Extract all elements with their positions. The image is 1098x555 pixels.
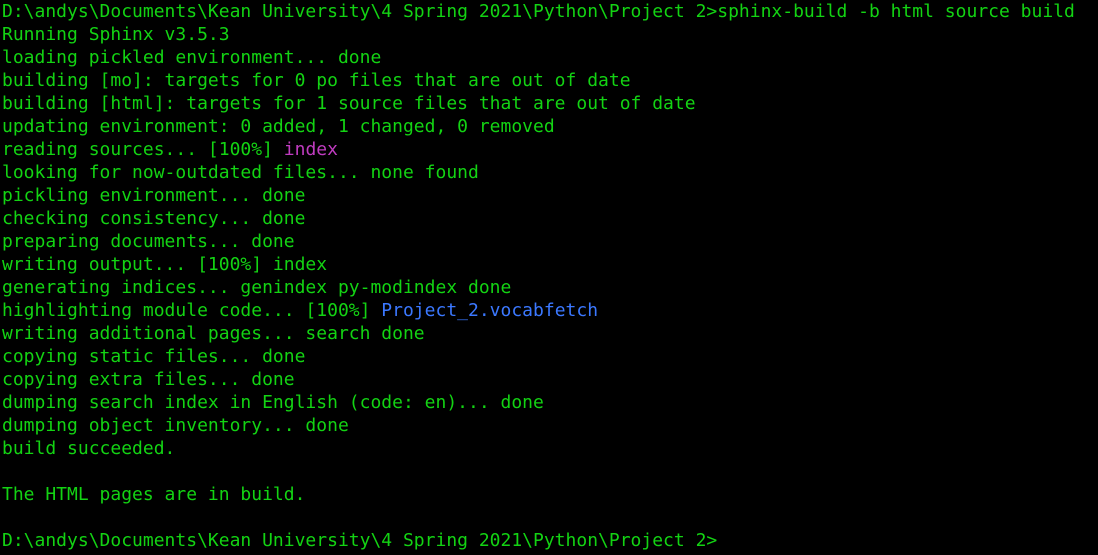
terminal-output-line: copying static files... done	[2, 345, 1098, 368]
highlighted-text-magenta: index	[283, 139, 338, 160]
terminal-output-line: building [html]: targets for 1 source fi…	[2, 92, 1098, 115]
output-text: dumping object inventory... done	[2, 415, 349, 436]
output-text: dumping search index in English (code: e…	[2, 392, 544, 413]
output-text: writing output... [100%] index	[2, 254, 328, 275]
terminal-output-line: reading sources... [100%] index	[2, 138, 1098, 161]
terminal-output-line: D:\andys\Documents\Kean University\4 Spr…	[2, 0, 1098, 23]
output-text: highlighting module code... [100%]	[2, 300, 382, 321]
terminal-output-line: dumping search index in English (code: e…	[2, 391, 1098, 414]
output-text: The HTML pages are in build.	[2, 484, 306, 505]
output-text: looking for now-outdated files... none f…	[2, 162, 479, 183]
output-text: pickling environment... done	[2, 185, 306, 206]
output-text: building [html]: targets for 1 source fi…	[2, 93, 696, 114]
output-text: D:\andys\Documents\Kean University\4 Spr…	[2, 530, 718, 551]
terminal-output-line: building [mo]: targets for 0 po files th…	[2, 69, 1098, 92]
output-text: reading sources... [100%]	[2, 139, 284, 160]
terminal-output-line: loading pickled environment... done	[2, 46, 1098, 69]
terminal-output-line: highlighting module code... [100%] Proje…	[2, 299, 1098, 322]
output-text: copying extra files... done	[2, 369, 295, 390]
terminal-output-line: writing output... [100%] index	[2, 253, 1098, 276]
highlighted-text-blue: Project_2.vocabfetch	[381, 300, 599, 321]
terminal-output-line: Running Sphinx v3.5.3	[2, 23, 1098, 46]
terminal-output-line: preparing documents... done	[2, 230, 1098, 253]
terminal-window[interactable]: D:\andys\Documents\Kean University\4 Spr…	[0, 0, 1098, 555]
output-text: checking consistency... done	[2, 208, 306, 229]
output-text: build succeeded.	[2, 438, 176, 459]
terminal-output-line: generating indices... genindex py-modind…	[2, 276, 1098, 299]
command-prompt-line[interactable]: D:\andys\Documents\Kean University\4 Spr…	[2, 529, 1098, 552]
output-text: writing additional pages... search done	[2, 323, 425, 344]
terminal-output-line: pickling environment... done	[2, 184, 1098, 207]
terminal-output-line: looking for now-outdated files... none f…	[2, 161, 1098, 184]
output-text: copying static files... done	[2, 346, 306, 367]
output-text: loading pickled environment... done	[2, 47, 382, 68]
terminal-output-line: copying extra files... done	[2, 368, 1098, 391]
terminal-output-line: dumping object inventory... done	[2, 414, 1098, 437]
output-text: generating indices... genindex py-modind…	[2, 277, 512, 298]
terminal-output-line: writing additional pages... search done	[2, 322, 1098, 345]
terminal-output-line: build succeeded.	[2, 437, 1098, 460]
terminal-output-line: updating environment: 0 added, 1 changed…	[2, 115, 1098, 138]
output-text: D:\andys\Documents\Kean University\4 Spr…	[2, 1, 1075, 22]
terminal-output-line: checking consistency... done	[2, 207, 1098, 230]
output-text: updating environment: 0 added, 1 changed…	[2, 116, 555, 137]
output-text: building [mo]: targets for 0 po files th…	[2, 70, 631, 91]
output-text: Running Sphinx v3.5.3	[2, 24, 230, 45]
output-text: preparing documents... done	[2, 231, 295, 252]
terminal-output-line: The HTML pages are in build.	[2, 483, 1098, 506]
